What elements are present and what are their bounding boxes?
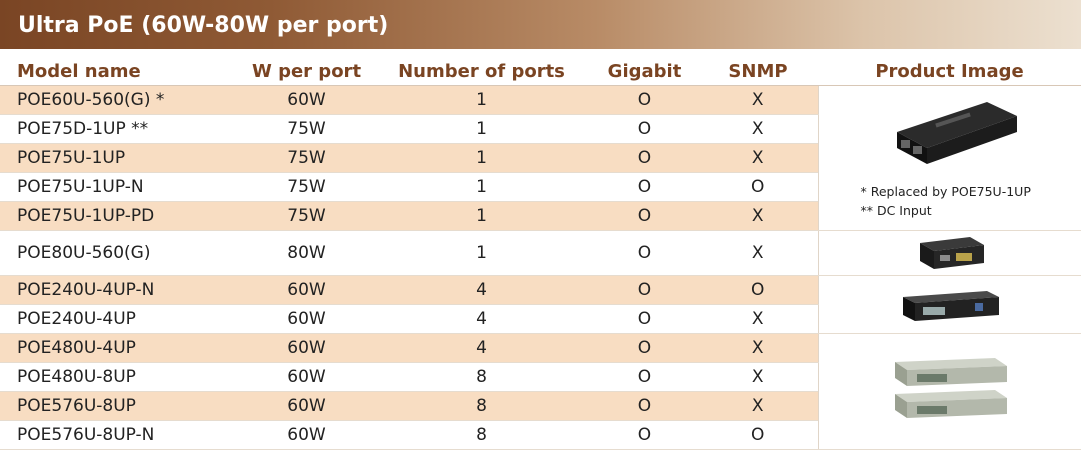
title-bar: Ultra PoE (60W-80W per port) [0,0,1081,52]
product-table: Model name W per port Number of ports Gi… [0,58,1081,450]
header-snmp: SNMP [698,58,818,86]
model-name-cell: POE576U-8UP-N [0,420,241,450]
header-w-per-port: W per port [241,58,372,86]
snmp-cell: O [698,275,818,305]
gigabit-cell: O [591,420,698,450]
watts-cell: 75W [241,114,372,144]
ports-cell: 8 [372,391,591,421]
watts-cell: 75W [241,143,372,173]
snmp-cell: X [698,143,818,173]
snmp-cell: O [698,420,818,450]
table-row: POE80U-560(G) 80W 1 O X [0,230,1081,276]
poe80u-image [919,237,984,269]
model-name-cell: POE240U-4UP-N [0,275,241,305]
note-dc-input: ** DC Input [860,203,932,218]
header-product-image: Product Image [818,58,1081,86]
snmp-cell: O [698,172,818,202]
header-row: Model name W per port Number of ports Gi… [0,58,1081,86]
watts-cell: 60W [241,333,372,363]
gigabit-cell: O [591,172,698,202]
ports-cell: 1 [372,230,591,276]
snmp-cell: X [698,362,818,392]
gigabit-cell: O [591,391,698,421]
snmp-cell: X [698,304,818,334]
watts-cell: 75W [241,172,372,202]
poe240u-image [902,290,999,321]
model-name-cell: POE75U-1UP-N [0,172,241,202]
snmp-cell: X [698,391,818,421]
snmp-cell: X [698,201,818,231]
watts-cell: 75W [241,201,372,231]
watts-cell: 60W [241,275,372,305]
header-gigabit: Gigabit [591,58,698,86]
model-name-cell: POE80U-560(G) [0,230,241,276]
header-model-name: Model name [0,58,241,86]
gigabit-cell: O [591,362,698,392]
watts-cell: 60W [241,420,372,450]
ports-cell: 1 [372,201,591,231]
gigabit-cell: O [591,304,698,334]
product-image-cell [817,333,1081,450]
watts-cell: 60W [241,391,372,421]
gigabit-cell: O [591,333,698,363]
ports-cell: 8 [372,362,591,392]
watts-cell: 60W [241,362,372,392]
note-replaced: * Replaced by POE75U-1UP [860,184,1031,199]
ports-cell: 1 [372,172,591,202]
snmp-cell: X [698,85,818,115]
ports-cell: 1 [372,85,591,115]
watts-cell: 60W [241,304,372,334]
ports-cell: 4 [372,333,591,363]
table-row: POE480U-4UP 60W 4 O X [0,333,1081,450]
ports-cell: 1 [372,143,591,173]
table-row: POE60U-560(G) * 60W 1 O X * Replaced by POE7… [0,85,1081,231]
watts-cell: 60W [241,85,372,115]
product-image-cell [817,230,1081,276]
gigabit-cell: O [591,230,698,276]
header-number-of-ports: Number of ports [372,58,591,86]
product-image-cell [817,275,1081,334]
snmp-cell: X [698,114,818,144]
gigabit-cell: O [591,143,698,173]
gigabit-cell: O [591,275,698,305]
table-row: POE240U-4UP-N 60W 4 O O [0,275,1081,334]
injector-image [896,102,1017,164]
ports-cell: 4 [372,275,591,305]
model-name-cell: POE75U-1UP-PD [0,201,241,231]
model-name-cell: POE480U-8UP [0,362,241,392]
gigabit-cell: O [591,201,698,231]
page-title: Ultra PoE (60W-80W per port) [18,13,389,38]
watts-cell: 80W [241,230,372,276]
ports-cell: 4 [372,304,591,334]
model-name-cell: POE60U-560(G) * [0,85,241,115]
ports-cell: 1 [372,114,591,144]
product-image-cell: * Replaced by POE75U-1UP ** DC Input [817,85,1081,231]
gigabit-cell: O [591,85,698,115]
model-name-cell: POE75U-1UP [0,143,241,173]
snmp-cell: X [698,230,818,276]
model-name-cell: POE480U-4UP [0,333,241,363]
model-name-cell: POE576U-8UP [0,391,241,421]
ports-cell: 8 [372,420,591,450]
rackmount-image [894,358,1007,418]
gigabit-cell: O [591,114,698,144]
model-name-cell: POE240U-4UP [0,304,241,334]
snmp-cell: X [698,333,818,363]
model-name-cell: POE75D-1UP ** [0,114,241,144]
